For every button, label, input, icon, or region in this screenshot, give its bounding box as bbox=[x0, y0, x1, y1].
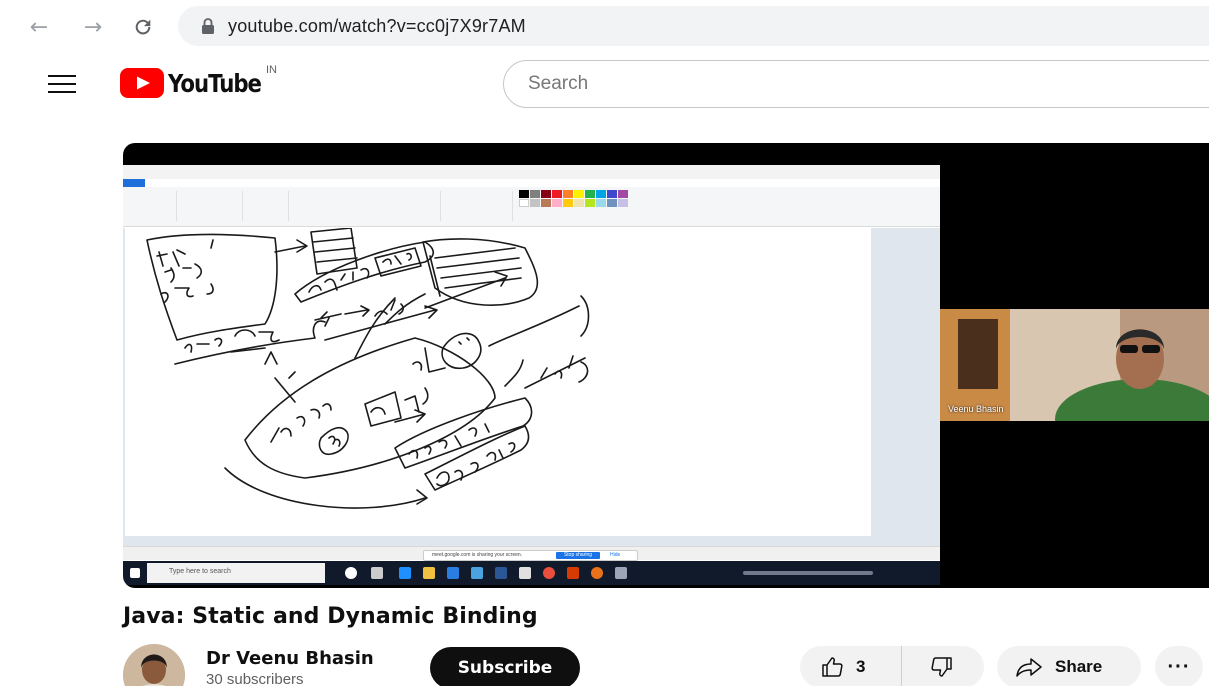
thumbs-up-icon bbox=[822, 657, 843, 677]
stop-sharing-label: Stop sharing bbox=[563, 552, 593, 558]
taskbar-app-icon bbox=[371, 567, 383, 579]
arrow-right-icon[interactable]: → bbox=[78, 12, 108, 42]
subscribe-button[interactable]: Subscribe bbox=[430, 647, 580, 686]
hide-label[interactable]: Hide bbox=[610, 552, 620, 558]
paint-title-bar bbox=[123, 165, 940, 179]
avatar[interactable] bbox=[123, 644, 185, 686]
taskbar-app-icon bbox=[567, 567, 579, 579]
taskbar-app-icon bbox=[399, 567, 411, 579]
taskbar-search-text: Type here to search bbox=[169, 568, 231, 575]
youtube-logo[interactable]: YouTube bbox=[120, 68, 277, 98]
thumbs-down-icon bbox=[931, 657, 952, 677]
arrow-left-icon[interactable]: ← bbox=[24, 12, 54, 42]
taskbar-app-icon bbox=[345, 567, 357, 579]
paint-ribbon bbox=[123, 187, 940, 227]
subscriber-count: 30 subscribers bbox=[206, 671, 304, 686]
taskbar-app-icon bbox=[519, 567, 531, 579]
taskbar-search: Type here to search bbox=[147, 563, 325, 583]
color-palette bbox=[519, 190, 628, 207]
taskbar-app-icon bbox=[591, 567, 603, 579]
hamburger-icon[interactable] bbox=[44, 72, 80, 96]
shared-screen: meet.google.com is sharing your screen. … bbox=[123, 165, 940, 585]
share-arrow-icon bbox=[1016, 658, 1042, 677]
country-code: IN bbox=[266, 64, 277, 76]
screen-share-notice: meet.google.com is sharing your screen. … bbox=[423, 550, 638, 561]
tray-icons bbox=[743, 571, 873, 575]
windows-start-icon bbox=[130, 568, 140, 578]
paint-menu-bar bbox=[123, 179, 940, 187]
windows-taskbar: Type here to search bbox=[123, 561, 940, 585]
youtube-play-icon bbox=[120, 68, 164, 98]
url-text[interactable]: youtube.com/watch?v=cc0j7X9r7AM bbox=[228, 16, 526, 37]
taskbar-app-icon bbox=[615, 567, 627, 579]
like-count: 3 bbox=[856, 657, 866, 676]
share-notice-text: meet.google.com is sharing your screen. bbox=[432, 552, 523, 558]
share-label: Share bbox=[1055, 657, 1103, 676]
search-input[interactable]: Search bbox=[503, 60, 1209, 108]
webcam-name: Veenu Bhasin bbox=[948, 404, 1004, 414]
dislike-button[interactable] bbox=[902, 646, 982, 686]
taskbar-app-icon bbox=[495, 567, 507, 579]
youtube-wordmark: YouTube bbox=[168, 68, 262, 98]
video-title: Java: Static and Dynamic Binding bbox=[123, 604, 538, 629]
like-button[interactable]: 3 bbox=[800, 646, 902, 686]
handwritten-drawing bbox=[146, 228, 590, 509]
stop-sharing-button[interactable]: Stop sharing bbox=[556, 552, 600, 559]
webcam-feed: Veenu Bhasin bbox=[940, 309, 1209, 421]
taskbar-app-icon bbox=[447, 567, 459, 579]
taskbar-app-icon bbox=[543, 567, 555, 579]
browser-toolbar: ← → youtube.com/watch?v=cc0j7X9r7AM bbox=[0, 0, 1209, 56]
paint-file-tab bbox=[123, 179, 145, 187]
lock-icon[interactable] bbox=[200, 17, 216, 35]
taskbar-app-icon bbox=[471, 567, 483, 579]
share-button[interactable]: Share bbox=[997, 646, 1141, 686]
video-player[interactable]: meet.google.com is sharing your screen. … bbox=[123, 143, 1209, 588]
reload-icon[interactable] bbox=[128, 12, 158, 42]
more-actions-button[interactable]: ··· bbox=[1155, 646, 1203, 686]
taskbar-app-icon bbox=[423, 567, 435, 579]
like-dislike-group: 3 bbox=[800, 646, 984, 686]
address-bar[interactable]: youtube.com/watch?v=cc0j7X9r7AM bbox=[178, 6, 1209, 46]
search-placeholder: Search bbox=[528, 73, 589, 94]
youtube-masthead: YouTube IN Search bbox=[0, 56, 1209, 112]
paint-canvas bbox=[125, 228, 871, 536]
paint-canvas-area bbox=[123, 228, 940, 546]
channel-name[interactable]: Dr Veenu Bhasin bbox=[206, 648, 374, 669]
